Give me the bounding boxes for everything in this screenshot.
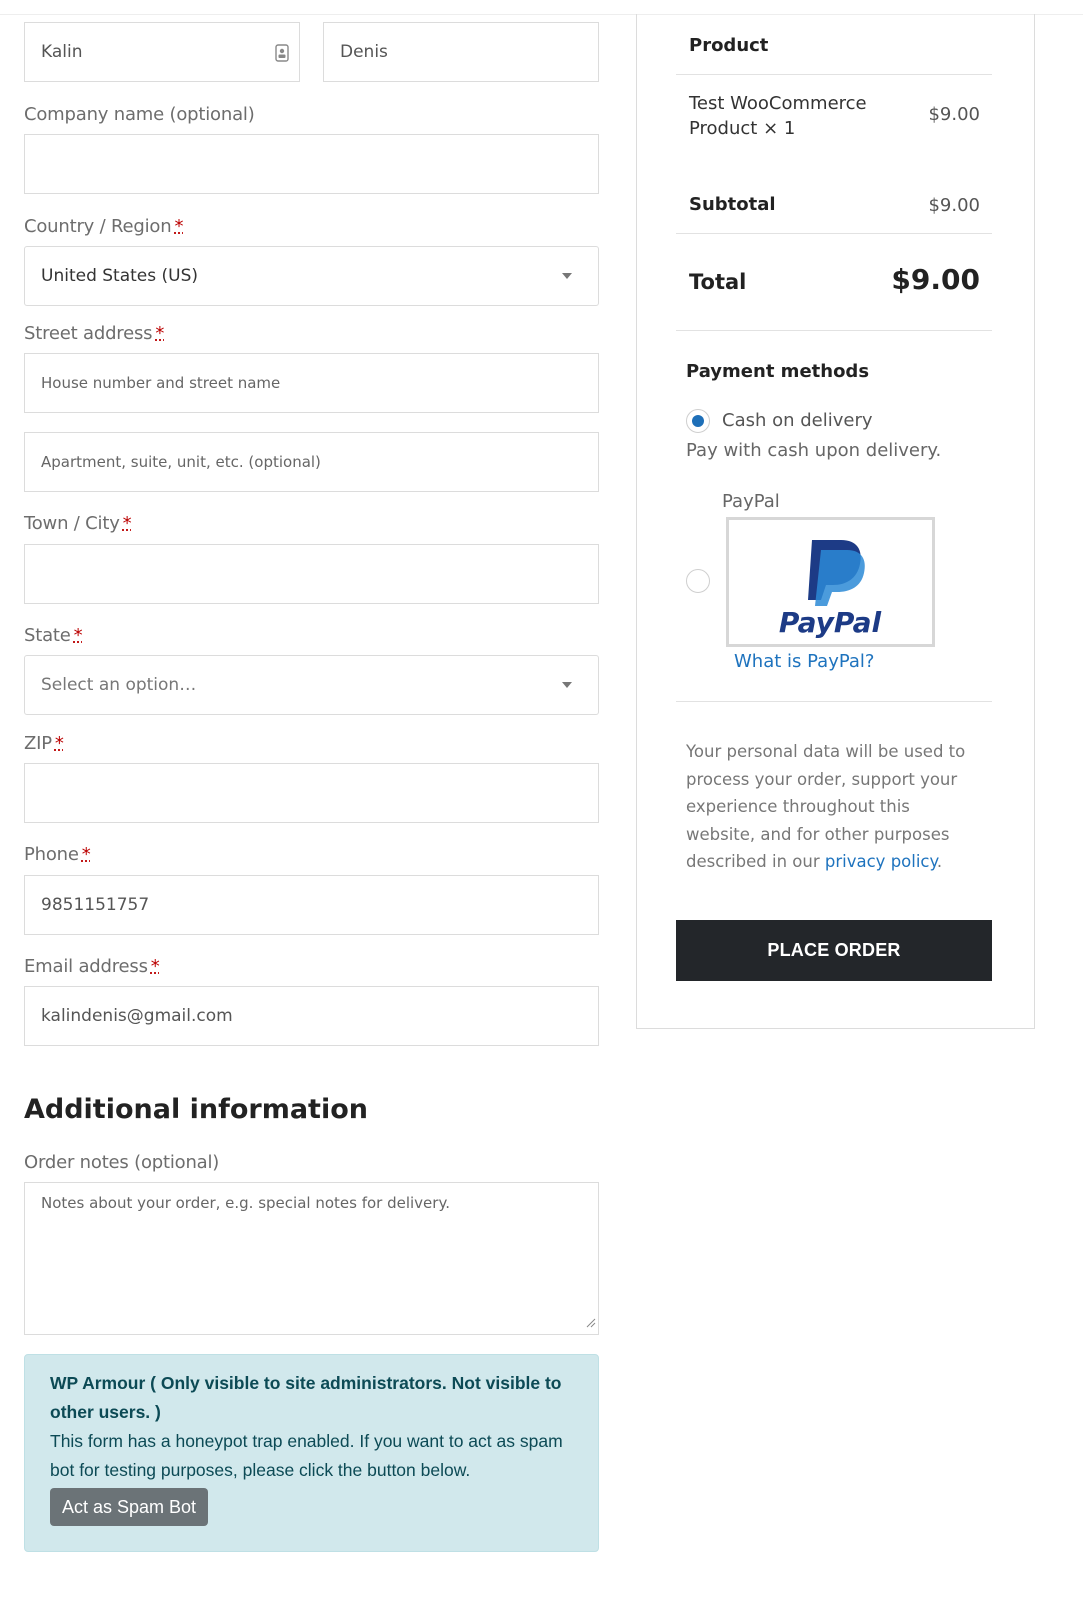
divider bbox=[676, 330, 992, 331]
privacy-end: . bbox=[936, 852, 943, 871]
act-as-spam-bot-button[interactable]: Act as Spam Bot bbox=[50, 1488, 209, 1526]
divider bbox=[676, 701, 992, 702]
state-label: State * bbox=[24, 625, 83, 646]
country-label: Country / Region * bbox=[24, 216, 183, 237]
required-mark: * bbox=[155, 323, 165, 344]
required-mark: * bbox=[150, 956, 160, 977]
what-is-paypal-link[interactable]: What is PayPal? bbox=[734, 651, 874, 672]
paypal-mark-icon: PayPal bbox=[779, 540, 882, 639]
country-value: United States (US) bbox=[41, 266, 199, 286]
privacy-notice: Your personal data will be used to proce… bbox=[686, 738, 976, 876]
paypal-label[interactable]: PayPal bbox=[722, 491, 780, 512]
total-label: Total bbox=[689, 270, 747, 294]
phone-label-text: Phone bbox=[24, 844, 79, 865]
phone-value: 9851151757 bbox=[41, 895, 150, 915]
email-input[interactable]: kalindenis@gmail.com bbox=[24, 986, 599, 1046]
chevron-down-icon bbox=[562, 682, 572, 688]
wp-armour-body: This form has a honeypot trap enabled. I… bbox=[50, 1431, 563, 1480]
country-label-text: Country / Region bbox=[24, 216, 172, 237]
street-address-input[interactable]: House number and street name bbox=[24, 353, 599, 413]
chevron-down-icon bbox=[562, 273, 572, 279]
divider bbox=[676, 74, 992, 75]
order-notes-placeholder: Notes about your order, e.g. special not… bbox=[41, 1194, 450, 1212]
subtotal-label: Subtotal bbox=[689, 194, 776, 215]
required-mark: * bbox=[81, 844, 91, 865]
street-label: Street address * bbox=[24, 323, 164, 344]
street-placeholder: House number and street name bbox=[41, 374, 281, 392]
payment-methods-heading: Payment methods bbox=[686, 361, 870, 382]
state-placeholder: Select an option… bbox=[41, 675, 197, 695]
cart-item-name: Test WooCommerce Product × 1 bbox=[689, 91, 889, 141]
additional-info-heading: Additional information bbox=[24, 1094, 368, 1125]
state-select[interactable]: Select an option… bbox=[24, 655, 599, 715]
zip-label-text: ZIP bbox=[24, 733, 52, 754]
paypal-logo[interactable]: PayPal bbox=[726, 517, 935, 647]
total-value: $9.00 bbox=[891, 263, 980, 296]
email-value: kalindenis@gmail.com bbox=[41, 1006, 233, 1026]
cod-radio[interactable] bbox=[686, 409, 710, 433]
zip-input[interactable] bbox=[24, 763, 599, 823]
cod-label[interactable]: Cash on delivery bbox=[722, 410, 873, 431]
privacy-policy-link[interactable]: privacy policy bbox=[825, 852, 937, 871]
first-name-input[interactable]: Kalin bbox=[24, 22, 300, 82]
required-mark: * bbox=[122, 513, 132, 534]
wp-armour-notice: WP Armour ( Only visible to site adminis… bbox=[24, 1354, 599, 1552]
resize-handle-icon[interactable] bbox=[586, 1314, 596, 1332]
apartment-input[interactable]: Apartment, suite, unit, etc. (optional) bbox=[24, 432, 599, 492]
cod-description: Pay with cash upon delivery. bbox=[686, 440, 942, 461]
paypal-radio[interactable] bbox=[686, 569, 710, 593]
state-label-text: State bbox=[24, 625, 71, 646]
subtotal-value: $9.00 bbox=[928, 195, 980, 216]
apartment-placeholder: Apartment, suite, unit, etc. (optional) bbox=[41, 453, 321, 471]
city-input[interactable] bbox=[24, 544, 599, 604]
email-label-text: Email address bbox=[24, 956, 148, 977]
city-label-text: Town / City bbox=[24, 513, 120, 534]
zip-label: ZIP * bbox=[24, 733, 64, 754]
place-order-button[interactable]: PLACE ORDER bbox=[676, 920, 992, 981]
order-notes-textarea[interactable]: Notes about your order, e.g. special not… bbox=[24, 1182, 599, 1335]
last-name-input[interactable]: Denis bbox=[323, 22, 599, 82]
last-name-value: Denis bbox=[340, 42, 388, 62]
cart-item-price: $9.00 bbox=[928, 104, 980, 125]
email-label: Email address * bbox=[24, 956, 160, 977]
street-label-text: Street address bbox=[24, 323, 153, 344]
company-label: Company name (optional) bbox=[24, 104, 255, 125]
company-input[interactable] bbox=[24, 134, 599, 194]
required-mark: * bbox=[73, 625, 83, 646]
phone-input[interactable]: 9851151757 bbox=[24, 875, 599, 935]
paypal-logo-text: PayPal bbox=[779, 606, 882, 639]
phone-label: Phone * bbox=[24, 844, 91, 865]
wp-armour-title: WP Armour ( Only visible to site adminis… bbox=[50, 1373, 562, 1422]
cart-item-qty: × 1 bbox=[763, 118, 796, 139]
country-select[interactable]: United States (US) bbox=[24, 246, 599, 306]
divider bbox=[676, 233, 992, 234]
required-mark: * bbox=[54, 733, 64, 754]
order-notes-label: Order notes (optional) bbox=[24, 1152, 220, 1173]
city-label: Town / City * bbox=[24, 513, 132, 534]
first-name-value: Kalin bbox=[41, 42, 83, 62]
product-column-header: Product bbox=[689, 35, 769, 56]
contact-card-icon[interactable] bbox=[275, 44, 289, 67]
required-mark: * bbox=[174, 216, 184, 237]
